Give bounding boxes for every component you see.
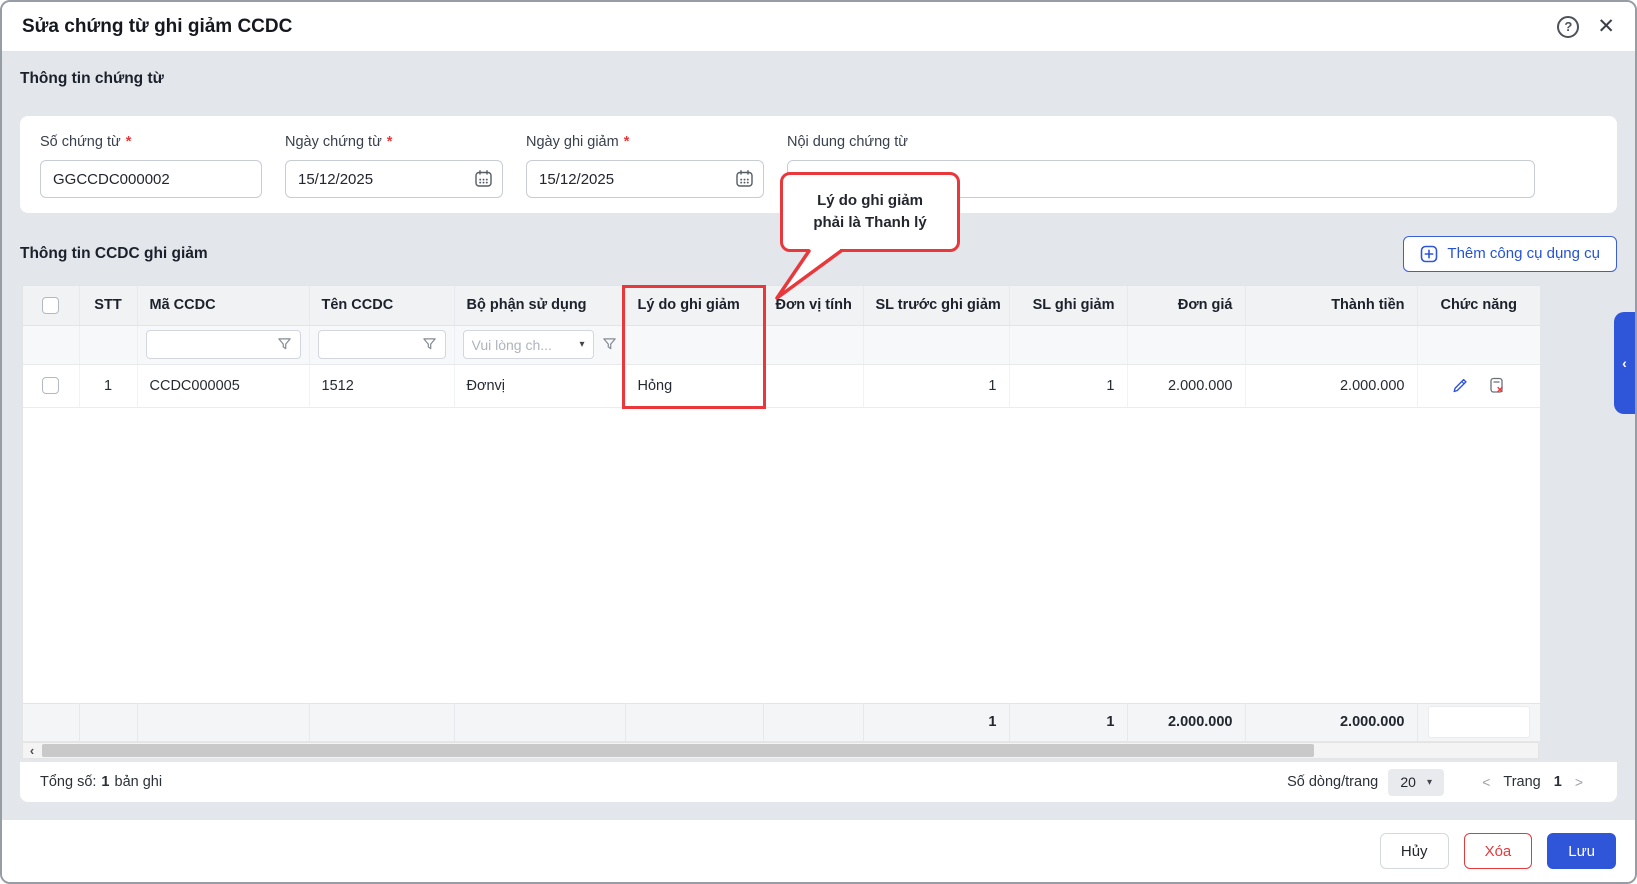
row-checkbox[interactable] — [42, 377, 60, 394]
chevron-down-icon: ▾ — [579, 339, 585, 350]
cell-ma-ccdc: CCDC000005 — [137, 364, 310, 408]
cell-thanh-tien: 2.000.000 — [1245, 364, 1418, 408]
pagination: Số dòng/trang 20 ▾ < Trang 1 > — [1287, 768, 1583, 796]
ccdc-section-title: Thông tin CCDC ghi giảm — [20, 244, 208, 262]
table-filter-row: Vui lòng ch... ▾ — [23, 325, 1540, 365]
scrollbar-thumb[interactable] — [42, 744, 1314, 757]
total-records: Tổng số: 1 bản ghi — [40, 774, 162, 790]
col-sl-ghi-giam: SL ghi giảm — [1009, 286, 1128, 326]
col-ten-ccdc: Tên CCDC — [309, 286, 455, 326]
chevron-down-icon: ▾ — [1426, 776, 1432, 788]
filter-ma-ccdc-input[interactable] — [154, 335, 271, 354]
callout-line2: phải là Thanh lý — [813, 214, 927, 231]
callout-bubble: Lý do ghi giảm phải là Thanh lý — [780, 172, 960, 252]
delete-row-icon[interactable] — [1487, 376, 1506, 395]
col-bo-phan: Bộ phận sử dụng — [454, 286, 626, 326]
callout-line1: Lý do ghi giảm — [817, 192, 923, 210]
doc-info-section-title: Thông tin chứng từ — [20, 70, 164, 87]
modal-title: Sửa chứng từ ghi giảm CCDC — [22, 15, 293, 37]
delete-button[interactable]: Xóa — [1463, 833, 1533, 869]
cell-sl-truoc: 1 — [863, 364, 1010, 408]
total-prefix: Tổng số: — [40, 774, 97, 790]
cell-sl-ghi-giam: 1 — [1009, 364, 1128, 408]
table-summary-row: 1 1 2.000.000 2.000.000 — [23, 702, 1540, 741]
plus-square-icon — [1420, 245, 1438, 263]
modal-body: Thông tin chứng từ Số chứng từ * Ngày ch… — [2, 52, 1635, 820]
summary-thanh-tien: 2.000.000 — [1245, 702, 1418, 741]
filter-bo-phan-placeholder: Vui lòng ch... — [471, 336, 552, 353]
so-chung-tu-input[interactable] — [40, 160, 262, 198]
edit-row-icon[interactable] — [1451, 377, 1469, 395]
cell-ly-do: Hỏng — [625, 364, 764, 408]
required-mark: * — [623, 134, 630, 150]
save-button[interactable]: Lưu — [1547, 833, 1616, 869]
summary-sl-truoc: 1 — [863, 702, 1010, 741]
filter-funnel-icon[interactable] — [277, 337, 292, 352]
filter-funnel-icon[interactable] — [602, 337, 617, 352]
summary-sl-ghi-giam: 1 — [1009, 702, 1128, 741]
cancel-button[interactable]: Hủy — [1379, 833, 1449, 869]
next-page-icon[interactable]: > — [1575, 774, 1583, 790]
filter-funnel-icon[interactable] — [422, 337, 437, 352]
required-mark: * — [386, 134, 393, 150]
header-icons: ? ✕ — [1557, 15, 1615, 38]
edit-ccdc-reduction-modal: Sửa chứng từ ghi giảm CCDC ? ✕ Thông tin… — [0, 0, 1637, 884]
ngay-chung-tu-input[interactable] — [285, 160, 503, 198]
calendar-icon[interactable] — [735, 169, 754, 193]
add-tool-button-label: Thêm công cụ dụng cụ — [1447, 245, 1600, 262]
ccdc-table: STT Mã CCDC Tên CCDC Bộ phận sử dụng Lý … — [22, 285, 1540, 741]
required-mark: * — [125, 134, 132, 150]
cell-bo-phan: Đơnvị — [454, 364, 626, 408]
summary-chuc-nang-cell — [1427, 706, 1530, 739]
field-ngay-ghi-giam: Ngày ghi giảm * — [526, 132, 764, 213]
cell-don-vi-tinh — [763, 364, 864, 408]
chevron-left-icon: ‹ — [1622, 355, 1627, 371]
col-ma-ccdc: Mã CCDC — [137, 286, 310, 326]
table-empty-area — [23, 407, 1540, 703]
calendar-icon[interactable] — [474, 169, 493, 193]
cell-stt: 1 — [79, 364, 138, 408]
filter-ten-ccdc-input[interactable] — [326, 335, 416, 354]
col-thanh-tien: Thành tiền — [1245, 286, 1418, 326]
total-suffix: bản ghi — [114, 774, 163, 790]
field-label: Ngày ghi giảm — [526, 134, 619, 150]
prev-page-icon[interactable]: < — [1482, 774, 1490, 790]
rows-per-page-label: Số dòng/trang — [1287, 774, 1379, 790]
total-count: 1 — [101, 774, 110, 790]
select-all-checkbox[interactable] — [42, 296, 60, 314]
page-label: Trang — [1503, 774, 1541, 790]
field-label: Số chứng từ — [40, 134, 121, 150]
col-ly-do: Lý do ghi giảm — [625, 286, 764, 326]
modal-actions: Hủy Xóa Lưu — [2, 820, 1635, 882]
close-icon[interactable]: ✕ — [1597, 16, 1615, 37]
field-so-chung-tu: Số chứng từ * — [40, 132, 262, 213]
rows-per-page-select[interactable]: 20 ▾ — [1388, 768, 1445, 796]
table-row[interactable]: 1 CCDC000005 1512 Đơnvị Hỏng 1 1 2.000.0… — [23, 364, 1540, 408]
scrollbar-left-arrow-icon[interactable]: ‹ — [23, 742, 41, 759]
col-don-vi-tinh: Đơn vị tính — [763, 286, 864, 326]
side-panel-toggle[interactable]: ‹ — [1614, 312, 1635, 414]
ngay-ghi-giam-input[interactable] — [526, 160, 764, 198]
cell-don-gia: 2.000.000 — [1127, 364, 1246, 408]
modal-header: Sửa chứng từ ghi giảm CCDC ? ✕ — [2, 2, 1635, 52]
page-number: 1 — [1553, 774, 1562, 790]
help-icon[interactable]: ? — [1557, 15, 1580, 38]
table-footer-bar: Tổng số: 1 bản ghi Số dòng/trang 20 ▾ < … — [20, 762, 1617, 802]
cell-ten-ccdc: 1512 — [309, 364, 455, 408]
rows-per-page-value: 20 — [1400, 774, 1416, 790]
col-don-gia: Đơn giá — [1127, 286, 1246, 326]
table-header-row: STT Mã CCDC Tên CCDC Bộ phận sử dụng Lý … — [23, 286, 1540, 326]
field-ngay-chung-tu: Ngày chứng từ * — [285, 132, 503, 213]
col-sl-truoc: SL trước ghi giảm — [863, 286, 1010, 326]
horizontal-scrollbar[interactable]: ‹ — [22, 742, 1539, 759]
add-tool-button[interactable]: Thêm công cụ dụng cụ — [1403, 235, 1617, 272]
filter-bo-phan-select[interactable]: Vui lòng ch... ▾ — [462, 330, 594, 359]
field-label: Ngày chứng từ — [285, 134, 382, 150]
col-stt: STT — [79, 286, 138, 326]
col-chuc-nang: Chức năng — [1417, 286, 1540, 326]
field-label: Nội dung chứng từ — [787, 134, 908, 150]
summary-don-gia: 2.000.000 — [1127, 702, 1246, 741]
